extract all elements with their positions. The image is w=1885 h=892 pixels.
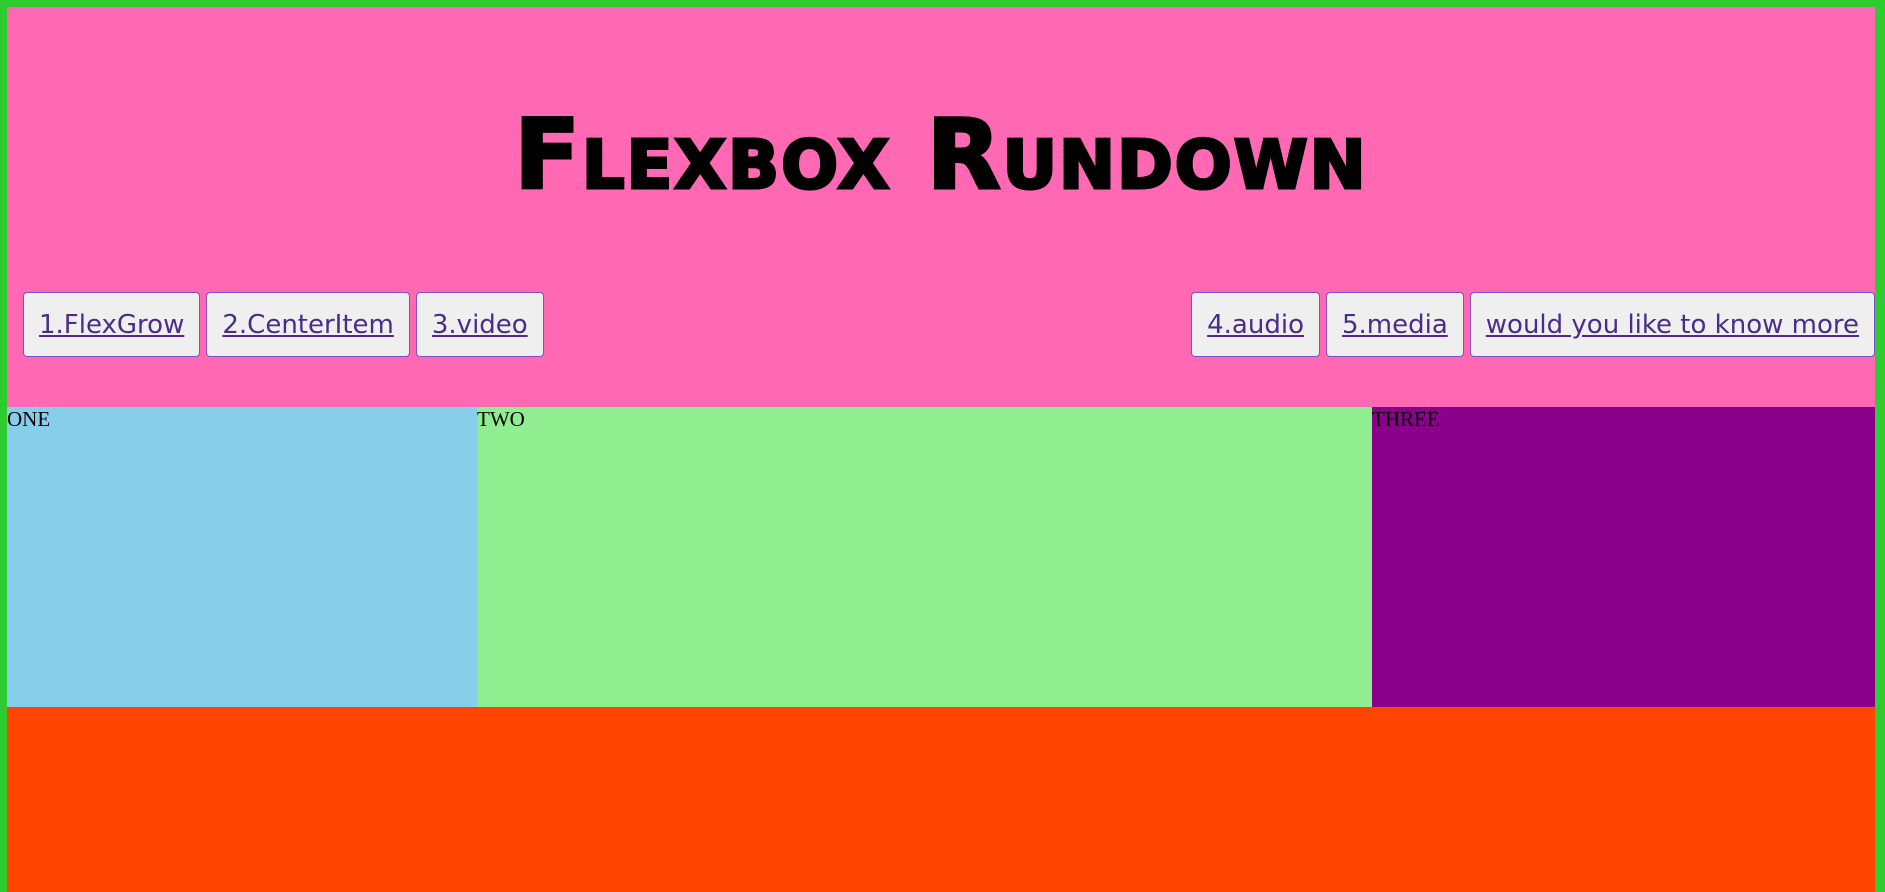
- box-one-label: ONE: [7, 407, 51, 431]
- nav-group-left: 1.FlexGrow 2.CenterItem 3.video: [23, 292, 544, 357]
- nav-link-flexgrow[interactable]: 1.FlexGrow: [23, 292, 201, 357]
- box-one: ONE: [7, 407, 477, 707]
- page-frame: Flexbox Rundown 1.FlexGrow 2.CenterItem …: [0, 0, 1885, 892]
- nav-link-video[interactable]: 3.video: [415, 292, 544, 357]
- box-two-label: TWO: [477, 407, 525, 431]
- box-three: THREE: [1372, 407, 1875, 707]
- box-two: TWO: [477, 407, 1372, 707]
- box-three-label: THREE: [1372, 407, 1440, 431]
- page-title-text: Flexbox Rundown: [513, 99, 1368, 211]
- nav-link-audio[interactable]: 4.audio: [1191, 292, 1320, 357]
- nav-link-know-more[interactable]: would you like to know more: [1469, 292, 1875, 357]
- flex-boxes: ONE TWO THREE: [7, 407, 1875, 707]
- page-title: Flexbox Rundown: [513, 106, 1367, 205]
- title-wrap: Flexbox Rundown: [7, 106, 1875, 205]
- header: Flexbox Rundown 1.FlexGrow 2.CenterItem …: [7, 7, 1875, 407]
- nav-link-media[interactable]: 5.media: [1325, 292, 1464, 357]
- nav-bar: 1.FlexGrow 2.CenterItem 3.video 4.audio …: [23, 292, 1875, 358]
- nav-group-right: 4.audio 5.media would you like to know m…: [1191, 292, 1875, 357]
- nav-link-centeritem[interactable]: 2.CenterItem: [206, 292, 410, 357]
- footer: [7, 707, 1875, 892]
